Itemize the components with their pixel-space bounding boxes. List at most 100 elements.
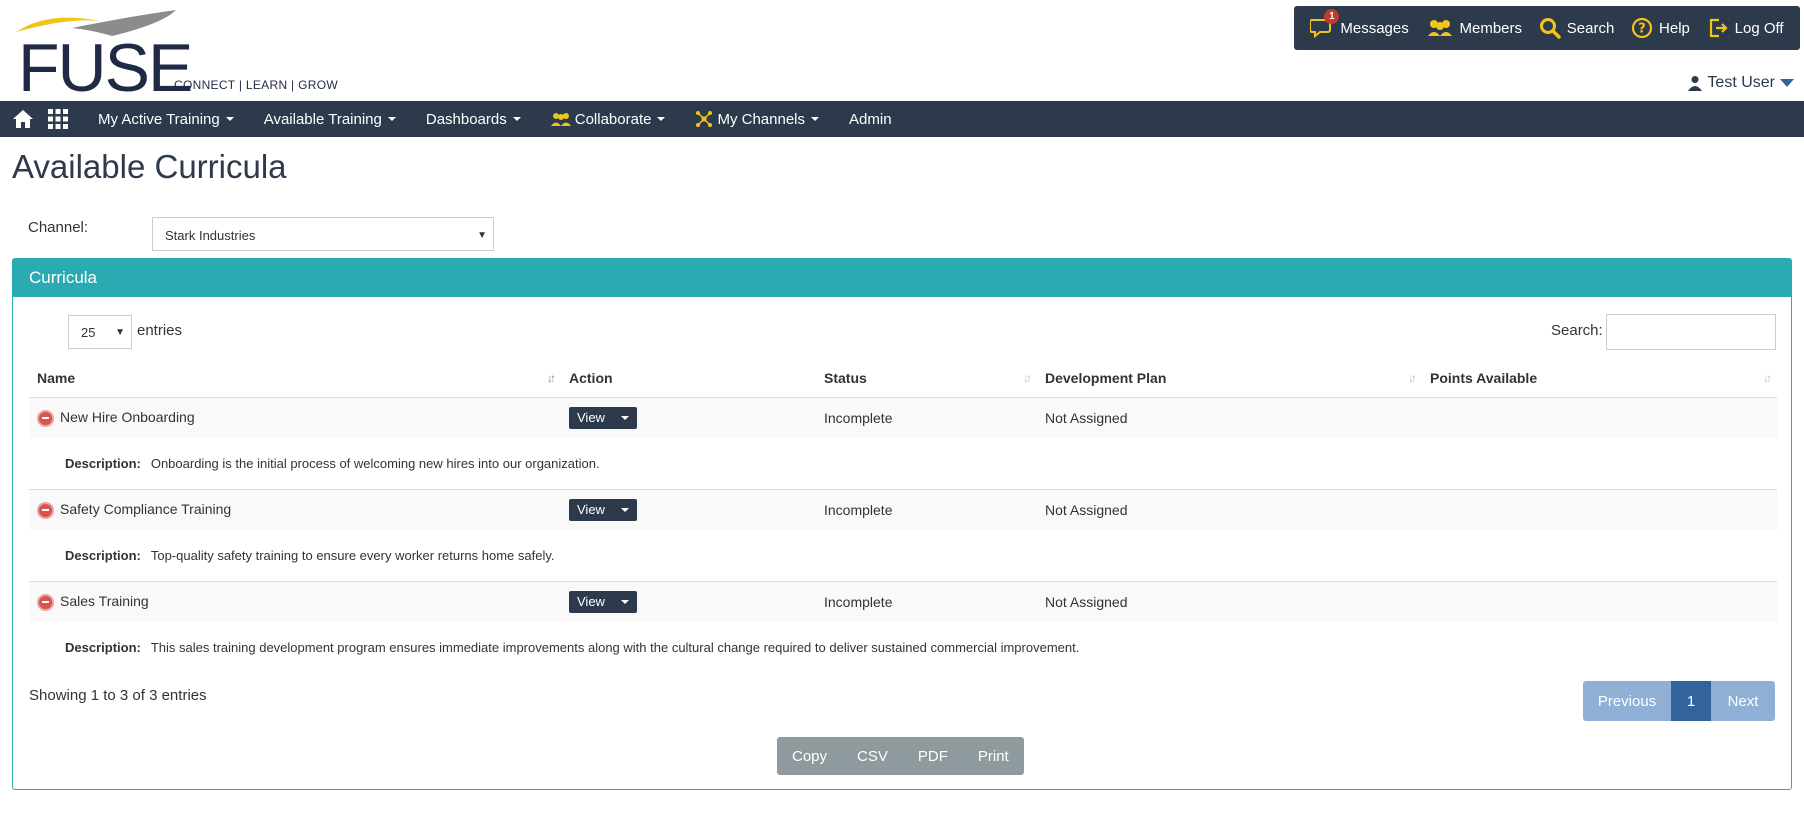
- column-header-points-available[interactable]: Points Available ↓↑: [1422, 359, 1777, 398]
- log-off-icon: [1709, 18, 1728, 38]
- caret-down-icon: [512, 117, 521, 121]
- column-header-name[interactable]: Name ↓↑: [29, 359, 561, 398]
- messages-badge: 1: [1324, 9, 1340, 24]
- cell-action: View: [561, 396, 816, 438]
- help-label: Help: [1659, 19, 1690, 37]
- log-off-link[interactable]: Log Off: [1707, 17, 1784, 39]
- home-button[interactable]: [12, 109, 34, 129]
- user-icon: [1688, 76, 1703, 91]
- apps-grid-button[interactable]: [48, 109, 68, 129]
- export-pdf-button[interactable]: PDF: [903, 737, 963, 775]
- collapse-row-icon[interactable]: [37, 409, 54, 427]
- description-row: Description: Top-quality safety training …: [29, 530, 1777, 581]
- dropdown-arrow-icon: ▼: [115, 327, 125, 338]
- curricula-table: Name ↓↑ Action Status ↓↑ Development Plan ↓…: [29, 359, 1777, 673]
- channel-select[interactable]: Stark Industries ▼: [152, 217, 494, 251]
- user-menu[interactable]: Test User: [1688, 74, 1794, 92]
- collapse-row-icon[interactable]: [37, 501, 54, 519]
- description-text: Onboarding is the initial process of wel…: [150, 455, 600, 471]
- table-row: New Hire Onboarding View Incomplete Not …: [29, 396, 1777, 438]
- nav-label: Dashboards: [425, 110, 507, 128]
- cell-status: Incomplete: [816, 488, 1037, 530]
- search-icon: [1539, 18, 1561, 39]
- fuse-logo[interactable]: FUSE CONNECT | LEARN | GROW: [12, 6, 342, 102]
- nav-my-channels[interactable]: My Channels: [695, 110, 820, 128]
- column-header-status[interactable]: Status ↓↑: [816, 359, 1037, 398]
- cell-points: [1422, 396, 1777, 438]
- column-label: Status: [824, 369, 867, 386]
- members-link[interactable]: Members: [1426, 18, 1523, 38]
- column-label: Development Plan: [1045, 369, 1167, 386]
- description-cell: Description: This sales training developm…: [29, 622, 1777, 673]
- export-copy-button[interactable]: Copy: [777, 737, 842, 775]
- column-label: Action: [569, 369, 613, 386]
- export-csv-button[interactable]: CSV: [842, 737, 903, 775]
- curriculum-name: Safety Compliance Training: [60, 500, 232, 517]
- description-label: Description:: [65, 455, 141, 471]
- pagination-page-1[interactable]: 1: [1671, 681, 1711, 721]
- nav-collaborate[interactable]: Collaborate: [550, 111, 666, 128]
- user-name: Test User: [1707, 74, 1775, 91]
- nav-label: My Active Training: [98, 110, 220, 128]
- nav-dashboards[interactable]: Dashboards: [426, 111, 521, 128]
- chevron-down-icon: [1780, 79, 1794, 87]
- messages-link[interactable]: 1 Messages: [1310, 9, 1409, 39]
- search-link[interactable]: Search: [1539, 17, 1615, 39]
- cell-name: Sales Training: [29, 580, 561, 622]
- table-search-input[interactable]: [1606, 314, 1776, 350]
- help-icon: ?: [1631, 17, 1653, 39]
- cell-name: New Hire Onboarding: [29, 396, 561, 438]
- column-header-action: Action: [561, 359, 816, 398]
- view-dropdown-button[interactable]: View: [569, 406, 637, 429]
- nav-label: Admin: [849, 110, 892, 128]
- description-label: Description:: [65, 640, 141, 655]
- curricula-panel: Curricula 25 ▼ entries Search: Name ↓↑ Ac…: [12, 258, 1792, 790]
- caret-down-icon: [387, 117, 396, 121]
- caret-down-icon: [811, 117, 820, 121]
- grid-icon: [48, 109, 68, 129]
- export-print-button[interactable]: Print: [963, 737, 1024, 775]
- nav-my-active-training[interactable]: My Active Training: [98, 111, 234, 128]
- nav-admin[interactable]: Admin: [849, 111, 892, 128]
- search-label: Search: [1566, 19, 1615, 37]
- entries-length-select[interactable]: 25 ▼: [68, 315, 132, 349]
- view-dropdown-button[interactable]: View: [569, 498, 637, 521]
- channels-icon: [696, 111, 713, 127]
- utility-bar: 1 Messages Members Search ? Help Log Off: [1294, 6, 1800, 50]
- description-text: This sales training development program …: [150, 640, 1080, 655]
- channel-label: Channel:: [28, 219, 89, 236]
- description-cell: Description: Top-quality safety training …: [29, 530, 1777, 581]
- cell-development-plan: Not Assigned: [1037, 488, 1422, 530]
- nav-available-training[interactable]: Available Training: [264, 111, 396, 128]
- table-info: Showing 1 to 3 of 3 entries: [29, 687, 207, 704]
- description-cell: Description: Onboarding is the initial pr…: [29, 438, 1777, 489]
- caret-down-icon: [621, 507, 629, 512]
- view-label: View: [577, 410, 605, 426]
- panel-title: Curricula: [13, 259, 1791, 297]
- sort-asc-icon: ↓↑: [547, 371, 556, 385]
- help-link[interactable]: ? Help: [1631, 17, 1690, 39]
- pagination-next-button[interactable]: Next: [1711, 681, 1775, 721]
- cell-name: Safety Compliance Training: [29, 488, 561, 530]
- column-label: Name: [37, 369, 76, 386]
- description-label: Description:: [65, 547, 141, 563]
- cell-action: View: [561, 580, 816, 622]
- export-buttons: Copy CSV PDF Print: [777, 737, 1024, 775]
- svg-text:?: ?: [1638, 22, 1646, 37]
- entries-label: entries: [137, 322, 183, 339]
- members-label: Members: [1459, 19, 1523, 37]
- view-dropdown-button[interactable]: View: [569, 590, 637, 613]
- pagination-previous-button[interactable]: Previous: [1583, 681, 1671, 721]
- cell-status: Incomplete: [816, 396, 1037, 438]
- page-title: Available Curricula: [12, 148, 287, 185]
- collapse-row-icon[interactable]: [37, 593, 54, 611]
- sort-icon: ↓↑: [1763, 371, 1772, 385]
- caret-down-icon: [621, 415, 629, 420]
- column-header-development-plan[interactable]: Development Plan ↓↑: [1037, 359, 1422, 398]
- table-header-row: Name ↓↑ Action Status ↓↑ Development Plan ↓…: [29, 359, 1777, 398]
- caret-down-icon: [621, 599, 629, 604]
- nav-label: Available Training: [263, 110, 382, 128]
- table-row: Safety Compliance Training View Incomple…: [29, 488, 1777, 530]
- members-icon: [1427, 20, 1452, 36]
- description-text: Top-quality safety training to ensure ev…: [150, 547, 555, 563]
